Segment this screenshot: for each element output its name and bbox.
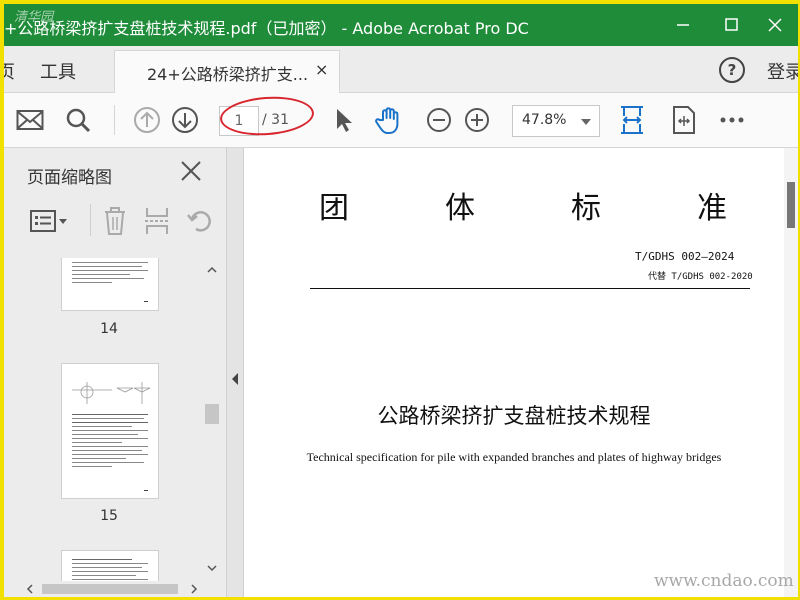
watermark-logo: 清华园 [14,10,54,25]
fit-page-icon [621,106,643,134]
extract-page-button[interactable] [144,206,170,240]
zoom-out-button[interactable] [422,103,456,137]
email-button[interactable] [13,103,47,137]
standard-type-char: 标 [571,191,601,226]
standard-type-char: 体 [445,191,475,226]
close-panel-button[interactable] [180,160,202,186]
minus-circle-icon [427,108,451,132]
document-scrollbar[interactable] [784,148,798,597]
full-screen-button[interactable] [667,103,701,137]
maximize-icon [725,18,738,31]
more-tools-button[interactable] [715,103,749,137]
thumbnail-label: 15 [100,508,118,524]
login-link[interactable]: 登录 [767,58,798,84]
annotation-oval [218,93,316,139]
tools-menu[interactable]: 工具 [40,58,76,84]
close-icon [181,161,201,181]
standard-type-char: 准 [697,191,727,226]
search-icon [66,108,91,133]
pointer-icon [337,109,352,132]
page-thumbnail[interactable] [61,258,159,311]
hand-tool-button[interactable] [373,103,407,137]
site-watermark: www.cndao.com [654,571,794,591]
toolbar: 1 / 31 47.8% [4,93,798,148]
help-icon[interactable]: ? [719,57,745,83]
previous-page-button[interactable] [130,103,164,137]
minimize-button[interactable] [660,4,706,46]
maximize-button[interactable] [709,4,755,46]
menu-tab-row: 页 工具 24+公路桥梁挤扩支... × ? 登录 [4,46,798,93]
document-tab-label: 24+公路桥梁挤扩支... [147,65,309,84]
next-page-button[interactable] [168,103,202,137]
zoom-in-button[interactable] [460,103,494,137]
thumbnail-figure [72,382,151,404]
acrobat-window: +公路桥梁挤扩支盘桩技术规程.pdf（已加密） - Adobe Acrobat … [4,4,798,597]
tab-close-button[interactable]: × [315,60,328,79]
thumbnail-tools [4,198,226,244]
standard-code: T/GDHS 002—2024 [635,250,735,263]
search-button[interactable] [61,103,95,137]
list-options-icon [30,210,67,232]
delete-page-button[interactable] [103,206,127,240]
document-tab[interactable]: 24+公路桥梁挤扩支... × [114,50,340,93]
home-menu[interactable]: 页 [4,58,15,84]
more-icon [720,117,744,123]
page-thumbnail[interactable] [61,550,159,581]
arrow-down-circle-icon [172,107,198,133]
rotate-page-button[interactable] [186,206,214,240]
thumbnail-horizontal-scrollbar[interactable] [4,581,222,597]
document-title-cn: 公路桥梁挤扩支盘桩技术规程 [377,404,651,428]
chevron-left-icon [232,373,238,385]
zoom-value: 47.8% [522,112,567,128]
split-page-icon [145,208,169,234]
trash-icon [105,207,125,235]
minimize-icon [677,24,689,26]
scrollbar-track [205,266,219,572]
mail-icon [16,110,44,130]
page-thumbnail[interactable] [61,363,159,499]
expand-page-icon [673,106,695,134]
replaces-note: 代替 T/GDHS 002-2020 [648,272,753,282]
thumbnail-label: 14 [100,321,118,337]
panel-collapse-strip[interactable] [227,148,244,597]
scrollbar-track [787,182,795,228]
page-thumbnails-panel: 页面缩略图 14 15 [4,148,227,597]
close-window-button[interactable] [752,4,798,46]
fit-width-button[interactable] [615,103,649,137]
standard-type-char: 团 [319,191,349,226]
close-icon [768,18,782,32]
rotate-icon [187,211,211,232]
chevron-down-icon [581,119,591,125]
thumbnail-scrollbar[interactable] [202,258,222,581]
panel-title: 页面缩略图 [27,168,112,188]
header-rule [310,288,750,289]
toolbar-separator [114,105,115,135]
hand-icon [375,107,399,134]
scrollbar-track [26,584,198,594]
select-tool-button[interactable] [326,103,360,137]
window-title: +公路桥梁挤扩支盘桩技术规程.pdf（已加密） - Adobe Acrobat … [4,19,529,38]
arrow-up-circle-icon [134,107,160,133]
document-title-en: Technical specification for pile with ex… [306,450,722,464]
document-page: 团 体 标 准 T/GDHS 002—2024 代替 T/GDHS 002-20… [244,148,784,597]
plus-circle-icon [465,108,489,132]
options-menu-button[interactable] [30,210,70,238]
thumbnail-list: 14 15 [4,258,202,581]
title-bar: +公路桥梁挤扩支盘桩技术规程.pdf（已加密） - Adobe Acrobat … [4,4,798,46]
zoom-select[interactable]: 47.8% [512,105,600,137]
panel-separator [90,204,91,236]
